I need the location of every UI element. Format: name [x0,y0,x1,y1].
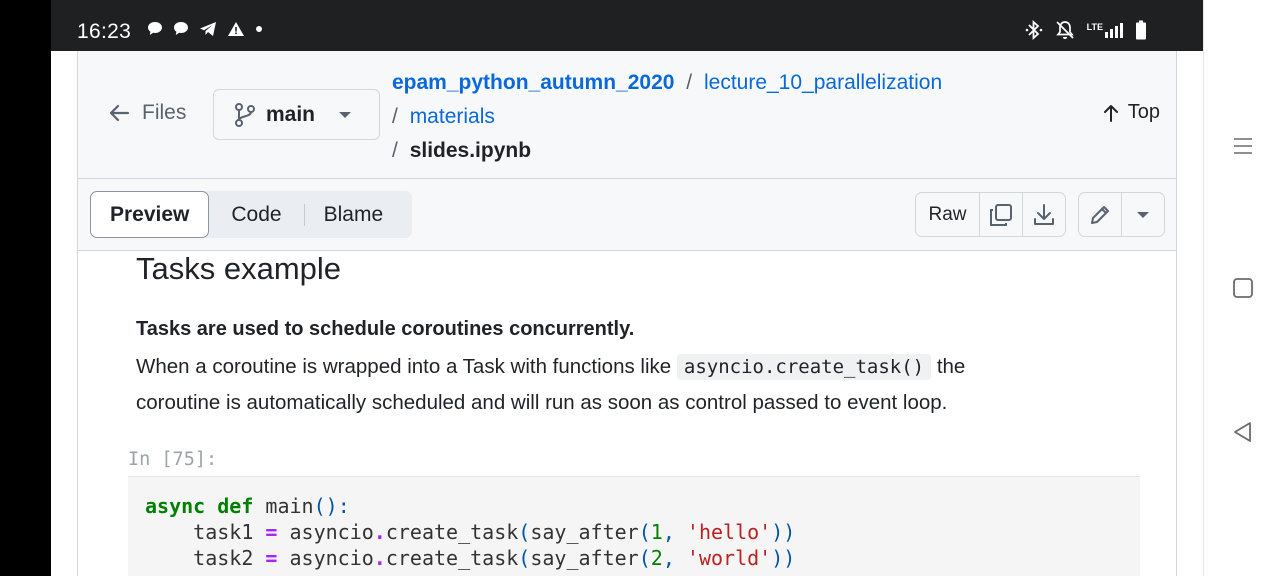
code-line: async def main(): [145,494,350,518]
tab-preview[interactable]: Preview [90,191,210,238]
lte-signal-icon: LTE [1086,21,1123,38]
copy-raw-button[interactable] [979,193,1022,236]
breadcrumb-current-file: slides.ipynb [409,139,532,162]
left-black-strip [0,0,51,576]
bell-off-icon [1055,21,1074,39]
files-label: Files [142,101,187,124]
lead-sentence: Tasks are used to schedule coroutines co… [136,318,635,340]
warning-icon [228,22,244,36]
cell-prompt: In [75]: [128,449,218,470]
edit-actions-group [1078,192,1165,237]
edit-file-button[interactable] [1079,193,1121,236]
recent-apps-icon[interactable] [1231,134,1255,158]
download-icon [1034,203,1054,225]
network-label: LTE [1086,21,1103,32]
back-to-top-button[interactable]: Top [1102,101,1160,124]
more-edit-options-button[interactable] [1121,193,1164,236]
para-text-before: When a coroutine is wrapped into a Task … [136,355,672,378]
system-icons: LTE [1025,20,1147,40]
breadcrumb-repo-link[interactable]: epam_python_autumn_2020 [392,71,674,94]
notification-icons [147,21,263,37]
inline-code: asyncio.create_task() [676,354,932,380]
raw-button[interactable]: Raw [916,193,979,236]
chevron-down-icon [339,111,352,118]
download-button[interactable] [1022,193,1065,236]
dot-icon [256,26,262,32]
chevron-down-icon [1137,211,1149,218]
breadcrumb-separator: / [392,139,398,162]
status-bar: 16:23 LTE [51,0,1203,51]
branch-name: main [266,102,316,126]
raw-actions-group: Raw [915,192,1066,237]
view-mode-tabs: Preview Code Blame [90,191,412,238]
breadcrumb-separator: / [686,71,693,94]
description-paragraph: When a coroutine is wrapped into a Task … [136,349,1136,421]
breadcrumb-separator: / [392,105,398,128]
notebook-preview: Tasks example Tasks are used to schedule… [77,251,1177,576]
section-heading: Tasks example [136,251,342,286]
arrow-left-icon [109,104,130,122]
files-back-link[interactable]: Files [108,101,186,125]
para-line-2: coroutine is automatically scheduled and… [136,391,948,414]
git-branch-icon [235,102,255,127]
branch-select-button[interactable]: main [213,89,380,140]
code-cell: async def main(): task1 = asyncio.create… [128,476,1140,576]
bluetooth-icon [1025,20,1042,40]
back-icon[interactable] [1231,420,1255,444]
chat-bubble-icon [174,22,188,35]
code-line: task2 = asyncio.create_task(say_after(2,… [145,546,796,570]
copy-icon [990,203,1012,226]
home-icon[interactable] [1231,276,1255,300]
pencil-icon [1091,205,1109,224]
tab-code[interactable]: Code [209,191,303,238]
telegram-icon [200,22,216,36]
breadcrumb-materials-link[interactable]: materials [410,105,495,128]
android-nav-bar [1203,0,1280,576]
breadcrumb-folder-link[interactable]: lecture_10_parallelization [704,71,942,94]
code-line: task1 = asyncio.create_task(say_after(1,… [145,520,796,544]
tab-blame[interactable]: Blame [305,191,403,238]
para-text-after: the [936,355,966,378]
file-header: Files main epam_python_autumn_2020 / lec… [77,51,1177,179]
top-label: Top [1127,101,1160,123]
status-time: 16:23 [77,20,132,43]
arrow-up-icon [1103,104,1118,122]
battery-icon [1136,20,1146,40]
file-toolbar: Preview Code Blame Raw [77,179,1177,251]
breadcrumb: epam_python_autumn_2020 / lecture_10_par… [392,66,1012,168]
chat-bubble-icon [148,22,162,35]
